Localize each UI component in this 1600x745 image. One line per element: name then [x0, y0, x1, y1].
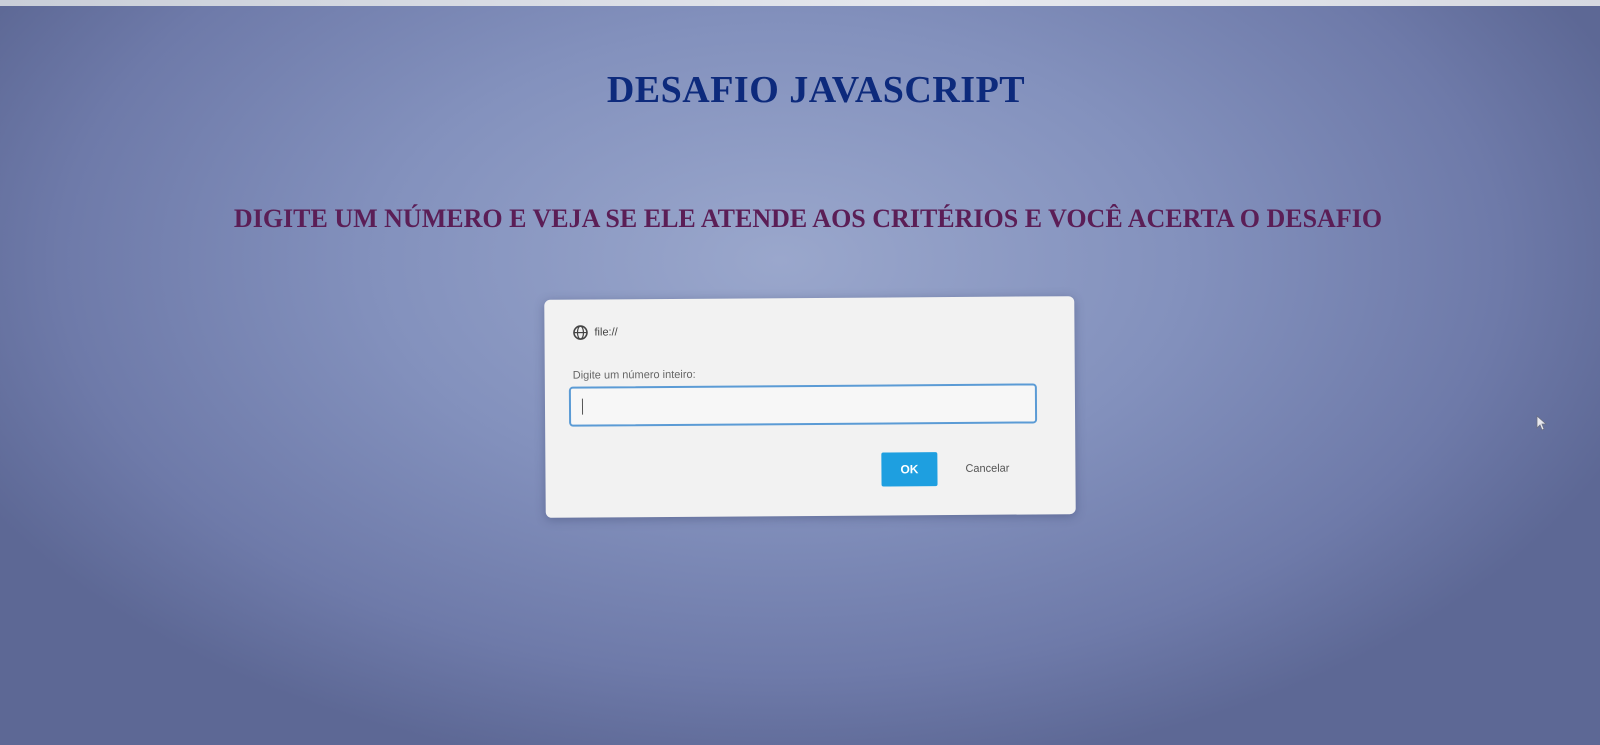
globe-icon [572, 325, 588, 341]
screen-top-edge [0, 0, 1600, 6]
prompt-dialog: file:// Digite um número inteiro: OK Can… [544, 296, 1076, 518]
page-title: DESAFIO JAVASCRIPT [606, 69, 1026, 111]
page-subtitle: DIGITE UM NÚMERO E VEJA SE ELE ATENDE AO… [233, 204, 1383, 233]
ok-button[interactable]: OK [881, 452, 938, 487]
dialog-message: Digite um número inteiro: [572, 368, 696, 382]
mouse-cursor-icon [1536, 415, 1548, 431]
number-input[interactable] [568, 383, 1038, 427]
dialog-origin: file:// [594, 326, 618, 339]
dialog-header: file:// [572, 324, 618, 341]
cancel-button[interactable]: Cancelar [947, 451, 1027, 486]
text-caret [581, 398, 584, 415]
